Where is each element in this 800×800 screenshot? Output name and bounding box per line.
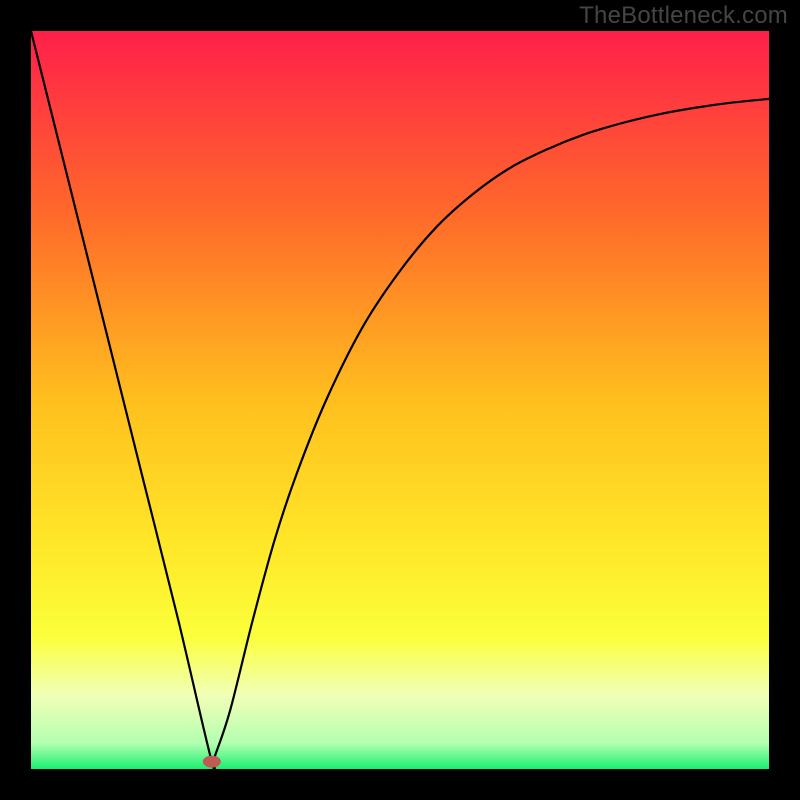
chart-container: TheBottleneck.com bbox=[0, 0, 800, 800]
min-marker bbox=[203, 756, 221, 768]
watermark-text: TheBottleneck.com bbox=[579, 2, 788, 30]
chart-svg bbox=[31, 31, 769, 769]
gradient-background bbox=[31, 31, 769, 769]
plot-area bbox=[31, 31, 769, 769]
